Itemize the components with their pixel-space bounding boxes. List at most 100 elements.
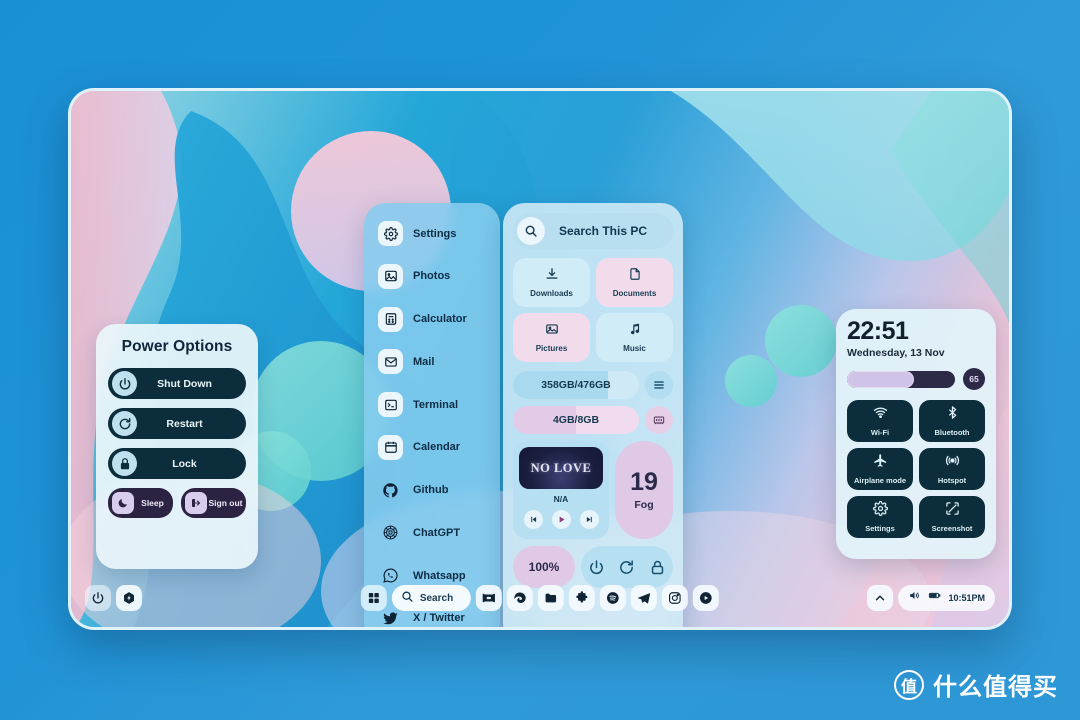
toggle-label: Bluetooth (934, 428, 970, 437)
restart-button[interactable]: Restart (108, 408, 246, 439)
folder-downloads[interactable]: Downloads (513, 258, 590, 307)
power-icon[interactable] (588, 559, 605, 576)
search-this-pc-input[interactable]: Search This PC (513, 213, 673, 249)
envelope-icon (378, 349, 403, 375)
instagram-icon[interactable] (662, 585, 689, 611)
shut-down-button[interactable]: Shut Down (108, 368, 246, 399)
airplane-icon (873, 453, 888, 473)
widgets-icon[interactable] (476, 585, 503, 611)
ram-row: 4GB/8GB (513, 406, 673, 434)
toggle-wifi[interactable]: Wi-Fi (847, 400, 913, 442)
folder-pictures[interactable]: Pictures (513, 313, 590, 362)
start-button[interactable] (360, 585, 387, 611)
storage-row: 358GB/476GB (513, 371, 673, 399)
watermark-logo: 值 (894, 669, 924, 700)
search-icon (517, 217, 545, 245)
app-label: Calendar (413, 441, 461, 454)
signout-icon (185, 492, 207, 514)
weather-widget[interactable]: 19 Fog (615, 441, 673, 539)
app-label: Mail (413, 355, 435, 368)
start-menu-widget-panel: Search This PC Downloads Documents Pictu… (503, 203, 683, 627)
brightness-slider[interactable] (847, 370, 955, 388)
github-icon (378, 478, 403, 503)
sleep-button[interactable]: Sleep (108, 488, 173, 518)
folder-label: Music (623, 344, 646, 353)
taskbar-center: Search (360, 585, 720, 611)
lock-icon[interactable] (649, 559, 666, 576)
album-title: NO LOVE (530, 460, 592, 475)
taskbar-search-box[interactable]: Search (391, 585, 472, 611)
chevron-up-icon[interactable] (867, 585, 894, 611)
app-item-github[interactable]: Github (364, 474, 500, 507)
folder-music[interactable]: Music (596, 313, 673, 362)
taskbar-right: 10:51PM (867, 585, 995, 611)
app-item-calculator[interactable]: Calculator (364, 303, 500, 336)
folder-label: Documents (612, 289, 657, 298)
taskbar-search-label: Search (419, 592, 454, 604)
folder-documents[interactable]: Documents (596, 258, 673, 307)
app-item-chatgpt[interactable]: ChatGPT (364, 516, 500, 549)
search-placeholder: Search This PC (558, 224, 648, 238)
toggle-label: Screenshot (931, 524, 973, 533)
app-item-settings[interactable]: Settings (364, 217, 500, 250)
track-name: N/A (553, 494, 569, 504)
toggle-screenshot[interactable]: Screenshot (919, 496, 985, 538)
toggle-label: Wi-Fi (870, 428, 890, 437)
media-player-widget: NO LOVE N/A (513, 441, 609, 539)
app-item-mail[interactable]: Mail (364, 345, 500, 378)
shut-down-label: Shut Down (157, 377, 212, 390)
clock-time: 22:51 (847, 317, 909, 345)
media-controls (523, 510, 599, 529)
lock-button[interactable]: Lock (108, 448, 246, 479)
play-icon[interactable] (551, 510, 571, 529)
gear-icon (378, 221, 403, 246)
toggle-settings[interactable]: Settings (847, 496, 913, 538)
ram-meter: 4GB/8GB (513, 406, 639, 434)
app-item-calendar[interactable]: Calendar (364, 431, 500, 464)
edge-icon[interactable] (507, 585, 534, 611)
sign-out-button[interactable]: Sign out (181, 488, 246, 518)
start-grid-icon (368, 593, 379, 603)
spotify-icon[interactable] (600, 585, 627, 611)
drive-list-icon[interactable] (645, 371, 673, 399)
desktop-screen: Power Options Shut Down Restart Lock Sle… (68, 88, 1012, 630)
taskbar-clock: 10:51PM (948, 593, 985, 603)
music-note-icon (628, 322, 642, 341)
brightness-row: 65 (847, 368, 985, 390)
app-item-terminal[interactable]: Terminal (364, 388, 500, 421)
start-menu-app-list: Settings Photos Calculator Mail Terminal… (364, 203, 500, 627)
restart-icon[interactable] (618, 559, 635, 576)
app-label: Photos (413, 270, 451, 283)
next-icon[interactable] (579, 510, 599, 529)
battery-icon[interactable] (928, 589, 941, 607)
telegram-icon[interactable] (631, 585, 658, 611)
speaker-icon[interactable] (908, 589, 921, 607)
app-item-photos[interactable]: Photos (364, 260, 500, 293)
restart-icon (112, 411, 137, 436)
folder-label: Pictures (535, 344, 568, 353)
prev-icon[interactable] (523, 510, 543, 529)
lock-label: Lock (172, 457, 197, 470)
terminal-icon (378, 392, 403, 418)
power-icon[interactable] (85, 585, 111, 611)
file-explorer-icon[interactable] (538, 585, 565, 611)
weather-condition: Fog (634, 498, 654, 511)
toggle-bluetooth[interactable]: Bluetooth (919, 400, 985, 442)
weather-temperature: 19 (630, 467, 658, 496)
restart-label: Restart (166, 417, 203, 430)
toggle-label: Airplane mode (853, 476, 907, 485)
app-label: Terminal (413, 398, 459, 411)
youtube-icon[interactable] (693, 585, 720, 611)
toggle-airplane-mode[interactable]: Airplane mode (847, 448, 913, 490)
download-icon (545, 267, 559, 286)
storage-value: 358GB/476GB (541, 379, 611, 391)
puzzle-icon[interactable] (569, 585, 596, 611)
power-options-title: Power Options (121, 338, 233, 355)
toggle-hotspot[interactable]: Hotspot (919, 448, 985, 490)
chatgpt-icon (378, 520, 403, 545)
bolt-hexagon-icon[interactable] (116, 585, 142, 611)
memory-chip-icon[interactable] (645, 406, 673, 434)
sleep-label: Sleep (141, 498, 164, 508)
clock-date: Wednesday, 13 Nov (847, 347, 945, 359)
taskbar: Search 10:51PM (71, 581, 1009, 615)
